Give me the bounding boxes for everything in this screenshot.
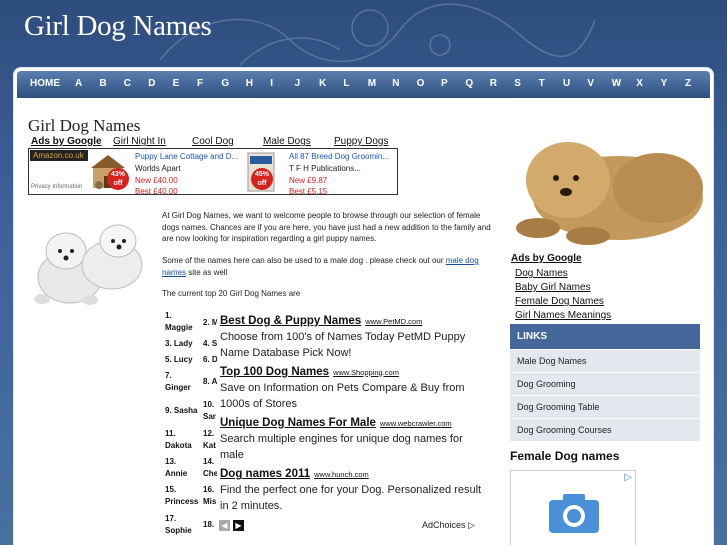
discount-badge: 45% off bbox=[251, 168, 273, 190]
nav-letter-u[interactable]: U bbox=[563, 78, 570, 89]
nav-letter-a[interactable]: A bbox=[75, 78, 82, 89]
top20-heading: The current top 20 Girl Dog Names are bbox=[162, 289, 301, 298]
nav-letter-z[interactable]: Z bbox=[685, 78, 691, 89]
product-maker: T F H Publications... bbox=[289, 164, 361, 173]
nav-letter-b[interactable]: B bbox=[99, 78, 106, 89]
list-item: 14. Che bbox=[203, 457, 219, 478]
intro-paragraph: At Girl Dog Names, we want to welcome pe… bbox=[162, 211, 491, 243]
nav-letter-i[interactable]: I bbox=[270, 78, 273, 89]
list-item: 9. Sasha bbox=[165, 406, 198, 415]
nav-letter-r[interactable]: R bbox=[490, 78, 497, 89]
sidebar-ad-link-dog-names[interactable]: Dog Names bbox=[515, 268, 568, 279]
ad-headline-link[interactable]: Dog names 2011 www.hunch.com bbox=[220, 468, 369, 480]
nav-letter-e[interactable]: E bbox=[173, 78, 180, 89]
nav-letter-v[interactable]: V bbox=[587, 78, 594, 89]
list-item: 7. Ginger bbox=[165, 371, 191, 392]
top-link-girl-night-in[interactable]: Girl Night In bbox=[113, 136, 166, 147]
nav-letter-l[interactable]: L bbox=[343, 78, 349, 89]
nav-letter-k[interactable]: K bbox=[319, 78, 326, 89]
male-names-paragraph: Some of the names here can also be used … bbox=[162, 256, 479, 277]
sidebar-link-dog-grooming-table[interactable]: Dog Grooming Table bbox=[510, 396, 700, 418]
nav-home-link[interactable]: HOME bbox=[30, 78, 60, 89]
nav-letter-p[interactable]: P bbox=[441, 78, 448, 89]
product-best-price: Best £40.00 bbox=[135, 187, 178, 196]
ad-prev-arrow-icon[interactable]: ◀ bbox=[219, 520, 230, 531]
sidebar-ad-link-baby-girl-names[interactable]: Baby Girl Names bbox=[515, 282, 591, 293]
product-maker: Worlds Apart bbox=[135, 164, 181, 173]
sidebar-ad-link-female-dog-names[interactable]: Female Dog Names bbox=[515, 296, 604, 307]
nav-letter-y[interactable]: Y bbox=[661, 78, 668, 89]
product-best-price: Best £5.15 bbox=[289, 187, 328, 196]
ad-description: Search multiple engines for unique dog n… bbox=[220, 433, 463, 461]
ad-headline-link[interactable]: Best Dog & Puppy Names www.PetMD.com bbox=[220, 315, 422, 327]
image-ad-placeholder[interactable]: ▷ bbox=[510, 470, 636, 545]
ad-description: Find the perfect one for your Dog. Perso… bbox=[220, 484, 482, 512]
ads-by-google-label[interactable]: Ads by Google bbox=[31, 136, 102, 147]
nav-letter-t[interactable]: T bbox=[539, 78, 545, 89]
site-title[interactable]: Girl Dog Names bbox=[24, 10, 212, 43]
privacy-information-link[interactable]: Privacy Information bbox=[31, 184, 82, 190]
nav-letter-c[interactable]: C bbox=[124, 78, 131, 89]
list-item: 12. Kat bbox=[203, 429, 216, 450]
ad-headline-link[interactable]: Top 100 Dog Names www.Shopping.com bbox=[220, 366, 399, 378]
list-item: 8. A bbox=[203, 377, 218, 386]
adchoices-link[interactable]: AdChoices ▷ bbox=[422, 520, 475, 531]
top-link-puppy-dogs[interactable]: Puppy Dogs bbox=[334, 136, 388, 147]
top-link-male-dogs[interactable]: Male Dogs bbox=[263, 136, 311, 147]
google-text-ads-panel: Best Dog & Puppy Names www.PetMD.com Choo… bbox=[217, 312, 485, 537]
top-link-cool-dog[interactable]: Cool Dog bbox=[192, 136, 234, 147]
list-item: 5. Lucy bbox=[165, 355, 193, 364]
list-item: 16. Mis bbox=[203, 485, 217, 506]
nav-letter-d[interactable]: D bbox=[148, 78, 155, 89]
nav-letter-g[interactable]: G bbox=[221, 78, 229, 89]
list-item: 3. Lady bbox=[165, 339, 193, 348]
ad-info-icon[interactable]: ▷ bbox=[624, 472, 632, 483]
product-title-link[interactable]: Puppy Lane Cottage and D... bbox=[135, 151, 238, 163]
alphabet-nav: HOME A B C D E F G H I J K L M N O P Q R S T U V W X Y Z bbox=[17, 71, 710, 98]
sidebar-link-dog-grooming-courses[interactable]: Dog Grooming Courses bbox=[510, 419, 700, 441]
list-item: 1. Maggie bbox=[165, 311, 193, 332]
list-item: 13. Annie bbox=[165, 457, 188, 478]
list-item: 11. Dakota bbox=[165, 429, 192, 450]
amazon-logo[interactable]: Amazon.co.uk bbox=[30, 150, 88, 161]
nav-letter-x[interactable]: X bbox=[636, 78, 643, 89]
shaggy-dog-image bbox=[516, 142, 703, 245]
nav-letter-q[interactable]: Q bbox=[465, 78, 473, 89]
nav-letter-f[interactable]: F bbox=[197, 78, 203, 89]
sidebar-link-male-dog-names[interactable]: Male Dog Names bbox=[510, 350, 700, 372]
sidebar-link-dog-grooming[interactable]: Dog Grooming bbox=[510, 373, 700, 395]
nav-letter-w[interactable]: W bbox=[612, 78, 621, 89]
ad-next-arrow-icon[interactable]: ▶ bbox=[233, 520, 244, 531]
links-header: LINKS bbox=[510, 324, 700, 349]
list-item: 4. S bbox=[203, 339, 218, 348]
nav-letter-m[interactable]: M bbox=[368, 78, 376, 89]
female-dog-names-heading: Female Dog names bbox=[510, 449, 620, 463]
ad-description: Choose from 100's of Names Today PetMD P… bbox=[220, 331, 466, 359]
page-title: Girl Dog Names bbox=[28, 116, 141, 135]
maltese-dogs-image bbox=[34, 224, 143, 305]
discount-badge: 43% off bbox=[107, 168, 129, 190]
list-item: 6. D bbox=[203, 355, 218, 364]
ad-description: Save on Information on Pets Compare & Bu… bbox=[220, 382, 465, 410]
sidebar-ads-by-google-label[interactable]: Ads by Google bbox=[511, 253, 582, 264]
ad-headline-link[interactable]: Unique Dog Names For Male www.webcrawler.… bbox=[220, 417, 452, 429]
list-item: 15. Princess bbox=[165, 485, 199, 506]
product-title-link[interactable]: All 87 Breed Dog Groomin... bbox=[289, 151, 389, 163]
amazon-ad-box: Amazon.co.uk Privacy Information 43% off … bbox=[28, 148, 398, 196]
nav-letter-s[interactable]: S bbox=[514, 78, 521, 89]
nav-letter-h[interactable]: H bbox=[246, 78, 253, 89]
list-item: 18. bbox=[203, 520, 215, 529]
nav-letter-n[interactable]: N bbox=[392, 78, 399, 89]
camera-icon bbox=[549, 494, 599, 533]
nav-letter-o[interactable]: O bbox=[417, 78, 425, 89]
list-item: 17. Sophie bbox=[165, 514, 192, 535]
sidebar-ad-link-girl-names-meanings[interactable]: Girl Names Meanings bbox=[515, 310, 611, 321]
nav-letter-j[interactable]: J bbox=[295, 78, 301, 89]
list-item: 10. Sar bbox=[203, 400, 216, 421]
